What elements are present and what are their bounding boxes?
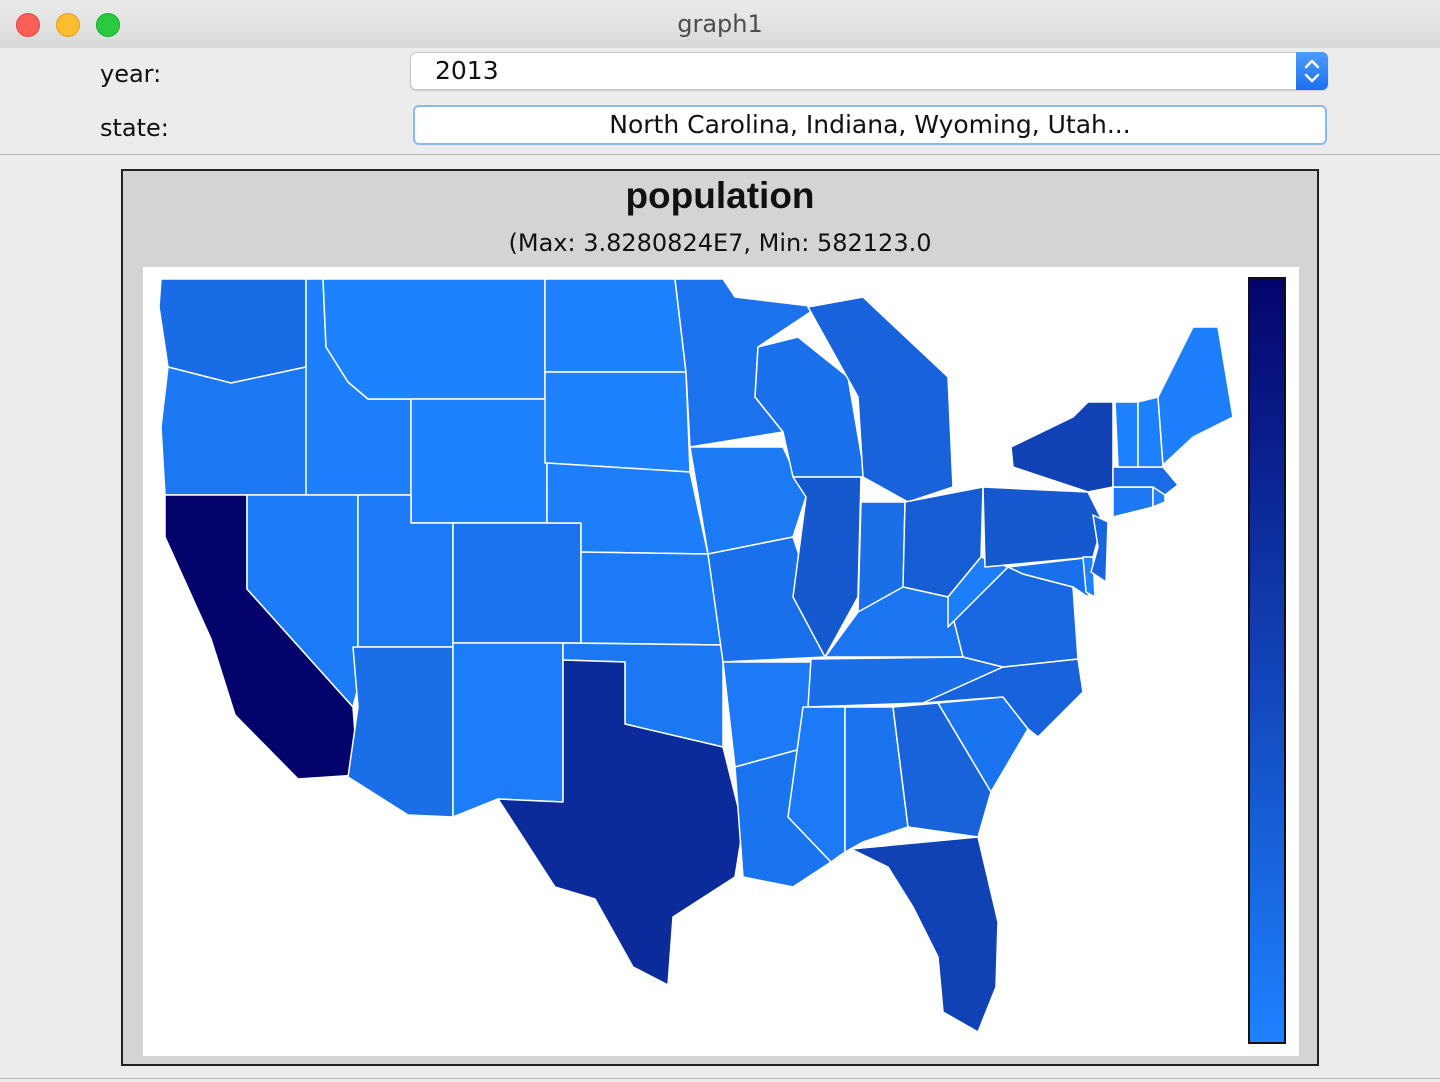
title-bar: graph1 (0, 0, 1440, 49)
state-north-dakota[interactable] (544, 278, 687, 373)
state-oregon[interactable] (160, 366, 314, 496)
window-bottom-edge (0, 1078, 1440, 1079)
state-pennsylvania[interactable] (982, 486, 1104, 568)
chart-subtitle: (Max: 3.8280824E7, Min: 582123.0 (508, 229, 932, 257)
year-select[interactable]: 2013 (410, 52, 1328, 90)
state-connecticut[interactable] (1112, 486, 1154, 518)
state-montana[interactable] (322, 278, 546, 400)
state-vermont[interactable] (1114, 401, 1139, 468)
state-washington[interactable] (158, 278, 307, 384)
controls-panel: year: 2013 state: North Carolina, Indian… (0, 48, 1440, 155)
state-kansas[interactable] (580, 551, 724, 646)
state-wyoming[interactable] (410, 398, 548, 524)
app-window: graph1 year: 2013 state: North Carolina,… (0, 0, 1440, 1082)
state-new-mexico[interactable] (452, 642, 564, 818)
color-scale-bar (1248, 277, 1286, 1044)
state-maine[interactable] (1157, 326, 1234, 466)
state-florida[interactable] (850, 836, 999, 1033)
chart-title: population (625, 175, 815, 216)
chart-panel: population (Max: 3.8280824E7, Min: 58212… (121, 169, 1319, 1066)
map-area (143, 267, 1299, 1056)
year-label: year: (100, 60, 162, 88)
us-choropleth-map (158, 278, 1234, 1033)
window-title: graph1 (677, 10, 763, 38)
state-south-dakota[interactable] (544, 371, 691, 473)
state-colorado[interactable] (452, 522, 582, 644)
state-arizona[interactable] (347, 646, 454, 818)
year-select-value: 2013 (435, 56, 499, 85)
up-down-chevron-icon (1296, 52, 1328, 90)
state-label: state: (100, 114, 169, 142)
state-selector-button[interactable]: North Carolina, Indiana, Wyoming, Utah..… (413, 105, 1327, 145)
state-new-york[interactable] (1010, 401, 1114, 493)
